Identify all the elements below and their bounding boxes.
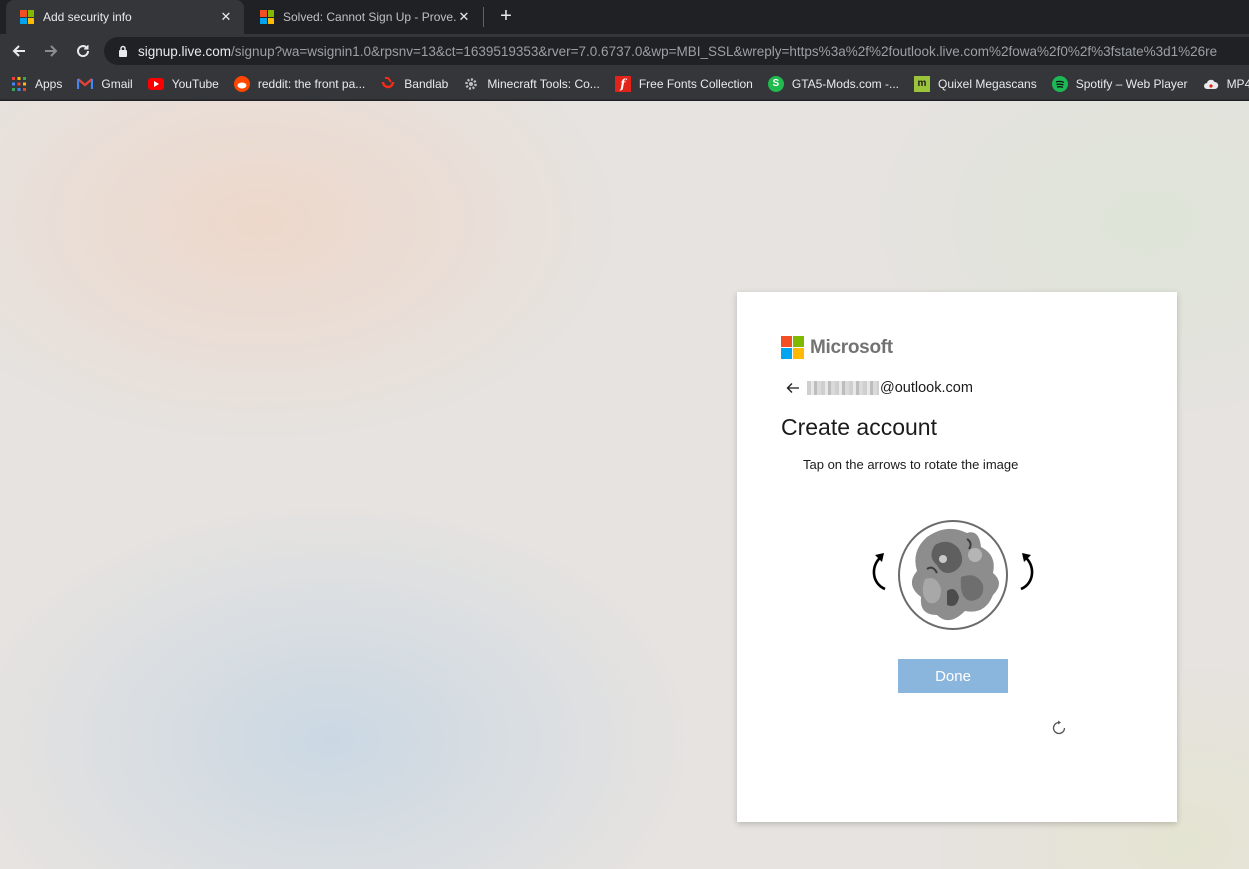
browser-toolbar: signup.live.com/signup?wa=wsignin1.0&rps… — [0, 34, 1249, 68]
spotify-icon — [1051, 75, 1068, 92]
bookmark-label: Apps — [35, 76, 63, 91]
bookmark-label: Spotify – Web Player — [1075, 76, 1188, 91]
tab-add-security-info[interactable]: Add security info ✕ — [6, 0, 244, 34]
url-host: signup.live.com — [138, 43, 232, 59]
bandlab-icon — [380, 76, 396, 92]
email-suffix: @outlook.com — [880, 380, 973, 396]
new-tab-plus-icon[interactable]: + — [495, 5, 517, 27]
captcha-instruction: Tap on the arrows to rotate the image — [803, 457, 1019, 472]
bookmark-label: reddit: the front pa... — [257, 76, 366, 91]
identity-banner: @outlook.com — [785, 380, 973, 396]
quixel-icon: m — [914, 75, 930, 92]
tab-strip: Add security info ✕ Solved: Cannot Sign … — [0, 0, 1249, 34]
done-button[interactable]: Done — [898, 659, 1008, 693]
bookmark-free-fonts[interactable]: f Free Fonts Collection — [614, 75, 753, 92]
close-icon[interactable]: ✕ — [456, 9, 472, 25]
bookmark-label: YouTube — [171, 76, 219, 91]
rotate-left-arrow-icon[interactable] — [867, 547, 893, 597]
bookmark-label: Free Fonts Collection — [638, 76, 753, 91]
close-icon[interactable]: ✕ — [218, 9, 234, 25]
microsoft-logo-icon — [781, 336, 804, 359]
microsoft-logo: Microsoft — [781, 336, 893, 359]
reddit-icon — [233, 75, 250, 92]
bookmark-label: Bandlab — [404, 76, 449, 91]
gear-icon — [463, 76, 479, 92]
page-title: Create account — [781, 414, 937, 440]
rotate-right-arrow-icon[interactable] — [1013, 547, 1039, 597]
bookmark-gmail[interactable]: Gmail — [77, 76, 133, 92]
redacted-username — [807, 381, 879, 395]
bookmark-youtube[interactable]: YouTube — [147, 76, 219, 92]
bookmark-gta5-mods[interactable]: S GTA5-Mods.com -... — [767, 75, 899, 92]
bookmark-minecraft-tools[interactable]: Minecraft Tools: Co... — [463, 76, 600, 92]
microsoft-wordmark: Microsoft — [810, 336, 893, 358]
address-bar[interactable]: signup.live.com/signup?wa=wsignin1.0&rps… — [104, 37, 1249, 65]
tab-solved-cannot-sign-up[interactable]: Solved: Cannot Sign Up - Prove. \ ✕ — [246, 0, 482, 34]
back-arrow-icon[interactable] — [8, 40, 30, 62]
bookmark-apps[interactable]: Apps — [11, 76, 62, 92]
bookmark-mp4[interactable]: MP4 — [1203, 76, 1249, 92]
cloud-icon — [1203, 76, 1219, 92]
microsoft-favicon-icon — [20, 10, 34, 24]
bookmark-label: Quixel Megascans — [938, 76, 1037, 91]
signup-card: Microsoft @outlook.com Create account Ta… — [737, 292, 1177, 822]
captcha-rotatable-image — [897, 519, 1009, 631]
bookmark-label: MP4 — [1226, 76, 1249, 91]
youtube-icon — [147, 76, 164, 92]
bookmark-spotify[interactable]: Spotify – Web Player — [1051, 75, 1188, 92]
apps-grid-icon — [11, 76, 27, 92]
tab-divider — [483, 7, 484, 27]
bookmark-quixel[interactable]: m Quixel Megascans — [914, 75, 1037, 92]
bookmark-bandlab[interactable]: Bandlab — [380, 76, 448, 92]
reload-icon[interactable] — [72, 40, 94, 62]
url-path: /signup?wa=wsignin1.0&rpsnv=13&ct=163951… — [231, 43, 1218, 59]
tab-title: Solved: Cannot Sign Up - Prove. \ — [283, 10, 456, 24]
forward-arrow-icon[interactable] — [40, 40, 62, 62]
bookmarks-bar: Apps Gmail YouTube reddit: the front pa.… — [0, 68, 1249, 100]
fonts-icon: f — [614, 75, 631, 92]
page-background: Microsoft @outlook.com Create account Ta… — [0, 101, 1249, 869]
back-arrow-icon[interactable] — [785, 380, 801, 396]
bookmark-label: Gmail — [101, 76, 133, 91]
bookmark-label: Minecraft Tools: Co... — [487, 76, 600, 91]
tab-title: Add security info — [43, 10, 132, 24]
gmail-icon — [77, 76, 94, 92]
microsoft-favicon-icon — [260, 10, 274, 24]
gta5mods-icon: S — [767, 75, 784, 92]
bookmark-label: GTA5-Mods.com -... — [791, 76, 899, 91]
lock-icon[interactable] — [118, 45, 128, 57]
bookmark-reddit[interactable]: reddit: the front pa... — [233, 75, 366, 92]
loading-spinner-icon — [1050, 719, 1068, 737]
rotate-captcha — [867, 517, 1037, 632]
